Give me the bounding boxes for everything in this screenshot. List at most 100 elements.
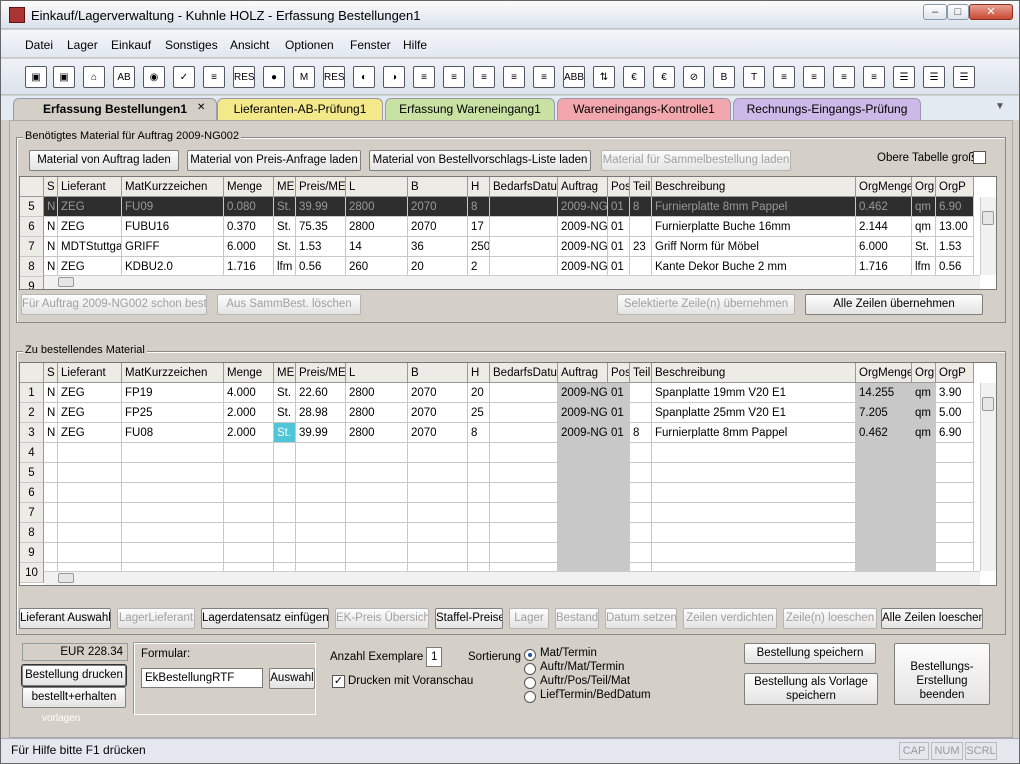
copies-input[interactable]: 1 [426, 647, 442, 667]
transfer-icon[interactable]: ⇅ [593, 66, 615, 88]
table-cell[interactable]: St. [912, 237, 936, 257]
table-cell[interactable] [936, 483, 974, 503]
table-cell[interactable]: 2800 [346, 383, 408, 403]
table-cell[interactable] [630, 443, 652, 463]
table-cell[interactable] [468, 543, 490, 563]
table-cell[interactable]: 25 [468, 403, 490, 423]
table-cell[interactable]: 39.99 [296, 423, 346, 443]
table-cell[interactable]: 6.90 [936, 197, 974, 217]
table-cell[interactable]: 2800 [346, 197, 408, 217]
table-cell[interactable] [856, 443, 912, 463]
table-cell[interactable] [608, 443, 630, 463]
menu-fenster[interactable]: Fenster [350, 38, 391, 52]
table-cell[interactable] [122, 523, 224, 543]
table-cell[interactable]: 14 [346, 237, 408, 257]
vertical-scrollbar[interactable] [980, 383, 996, 571]
table-cell[interactable]: 0.080 [224, 197, 274, 217]
table-cell[interactable] [490, 423, 558, 443]
save-as-template-button[interactable]: Bestellung als Vorlage speichern [744, 673, 878, 705]
tab-menu-icon[interactable]: ▼ [995, 101, 1005, 112]
table-cell[interactable] [936, 543, 974, 563]
table-cell[interactable] [630, 463, 652, 483]
table-cell[interactable] [224, 523, 274, 543]
table-cell[interactable] [912, 463, 936, 483]
order-material-table[interactable]: S Lieferant MatKurzzeichen Menge ME Preis/ME L… [19, 362, 997, 586]
maximize-button[interactable]: □ [947, 4, 969, 20]
table-cell[interactable]: 2070 [408, 423, 468, 443]
table-cell[interactable]: 75.35 [296, 217, 346, 237]
table-cell[interactable]: 260 [346, 257, 408, 277]
order-action-1[interactable]: Lieferant Auswahl [19, 608, 111, 629]
table-cell[interactable] [296, 523, 346, 543]
table-cell[interactable]: 2009-NG [558, 257, 608, 277]
table-row[interactable]: 2 N ZEG FP25 2.000 St. 28.98 2800 2070 25 2009-NG 0… [20, 403, 996, 423]
euro-search-icon[interactable]: € [653, 66, 675, 88]
required-material-table[interactable]: S Lieferant MatKurzzeichen Menge ME Preis/ME L… [19, 176, 997, 290]
column-header[interactable]: L [346, 363, 408, 383]
table-cell[interactable]: 8 [468, 423, 490, 443]
required-material-action-3[interactable]: Selektierte Zeile(n) übernehmen [617, 294, 795, 315]
table-cell[interactable]: 01 [608, 257, 630, 277]
table-cell[interactable]: 6.000 [224, 237, 274, 257]
table-cell[interactable]: 23 [630, 237, 652, 257]
table-row[interactable]: 1 N ZEG FP19 4.000 St. 22.60 2800 2070 20 2009-NG 0… [20, 383, 996, 403]
row-number[interactable]: 4 [20, 443, 44, 463]
column-header[interactable]: OrgME [912, 363, 936, 383]
table-cell[interactable]: ZEG [58, 383, 122, 403]
table-cell[interactable]: qm [912, 197, 936, 217]
table-cell[interactable]: 2 [468, 257, 490, 277]
table-cell[interactable] [558, 483, 608, 503]
globe-yellow-icon[interactable]: ◑ [383, 66, 405, 88]
column-header[interactable]: MatKurzzeichen [122, 177, 224, 197]
table-cell[interactable] [912, 543, 936, 563]
table-cell[interactable]: 2009-NG [558, 217, 608, 237]
report-2-icon[interactable]: ≡ [443, 66, 465, 88]
list-icon[interactable]: ≡ [203, 66, 225, 88]
table-cell[interactable] [58, 523, 122, 543]
row-number[interactable]: 1 [20, 383, 44, 403]
table-cell[interactable]: St. [274, 217, 296, 237]
table-cell[interactable]: 2800 [346, 423, 408, 443]
column-header[interactable]: OrgP [936, 177, 974, 197]
table-cell[interactable]: 01 [608, 237, 630, 257]
table-cell[interactable]: 20 [468, 383, 490, 403]
table-cell[interactable]: FP25 [122, 403, 224, 423]
menu-sonstiges[interactable]: Sonstiges [165, 38, 218, 52]
table-cell[interactable] [558, 523, 608, 543]
menu-hilfe[interactable]: Hilfe [403, 38, 427, 52]
column-header[interactable]: Lieferant [58, 177, 122, 197]
table-cell[interactable]: 6.000 [856, 237, 912, 257]
column-header[interactable]: Teil [630, 177, 652, 197]
close-button[interactable]: ✕ [969, 4, 1013, 20]
order-action-6[interactable]: Lager [509, 608, 549, 629]
row-number[interactable]: 7 [20, 503, 44, 523]
truck-in-icon[interactable]: ▣ [53, 66, 75, 88]
table-cell[interactable] [490, 217, 558, 237]
column-header[interactable]: Pos [608, 363, 630, 383]
table-cell[interactable]: 7.205 [856, 403, 912, 423]
column-header[interactable]: Preis/ME [296, 177, 346, 197]
table-cell[interactable]: 250 [468, 237, 490, 257]
order-action-5[interactable]: Staffel-Preise [435, 608, 503, 629]
table-cell[interactable]: N [44, 237, 58, 257]
row-number[interactable]: 5 [20, 463, 44, 483]
table-cell[interactable]: 1.716 [224, 257, 274, 277]
report-4-icon[interactable]: ≡ [503, 66, 525, 88]
table-cell[interactable] [408, 503, 468, 523]
table-cell[interactable] [652, 463, 856, 483]
column-header[interactable]: Beschreibung [652, 363, 856, 383]
row-number[interactable]: 7 [20, 237, 44, 257]
table-cell[interactable]: 2800 [346, 403, 408, 423]
big-table-checkbox[interactable] [973, 151, 986, 164]
table-cell[interactable] [122, 463, 224, 483]
row-number[interactable]: 6 [20, 483, 44, 503]
table-cell[interactable]: 2070 [408, 217, 468, 237]
table-cell[interactable]: 2009-NG [558, 423, 608, 443]
report-1-icon[interactable]: ≡ [413, 66, 435, 88]
table-cell[interactable]: 2.000 [224, 423, 274, 443]
table-cell[interactable]: 4.000 [224, 383, 274, 403]
table-cell[interactable]: St. [274, 383, 296, 403]
table-cell[interactable]: St. [274, 423, 296, 443]
table-cell[interactable] [856, 503, 912, 523]
scroll-thumb[interactable] [58, 573, 74, 583]
